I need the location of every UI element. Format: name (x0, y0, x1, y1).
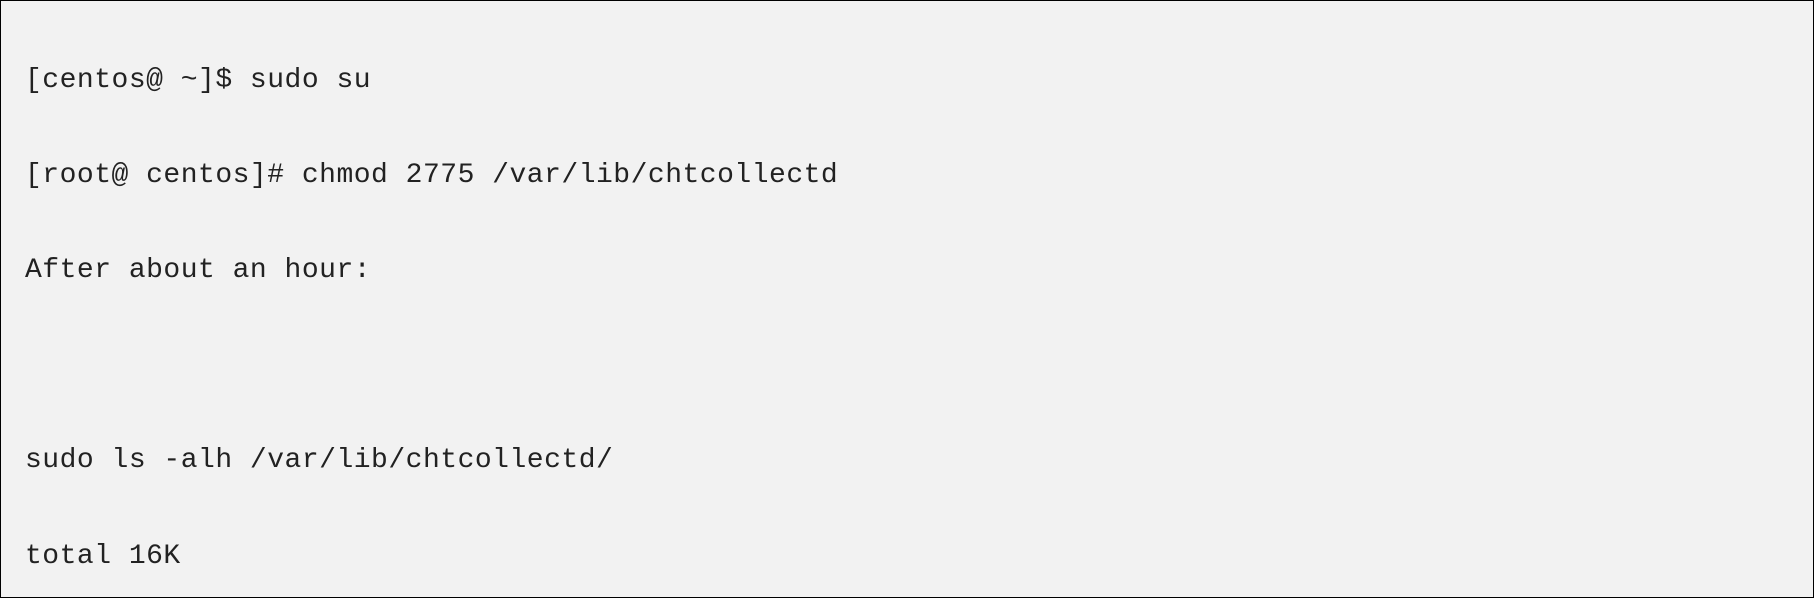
prompt-line-chmod: [root@ centos]# chmod 2775 /var/lib/chtc… (25, 152, 1789, 200)
prompt-line-sudo-su: [centos@ ~]$ sudo su (25, 57, 1789, 105)
note-after-hour: After about an hour: (25, 247, 1789, 295)
blank-line (25, 342, 1789, 390)
command-ls: sudo ls -alh /var/lib/chtcollectd/ (25, 437, 1789, 485)
ls-total: total 16K (25, 533, 1789, 581)
terminal-output: [centos@ ~]$ sudo su [root@ centos]# chm… (25, 9, 1789, 598)
